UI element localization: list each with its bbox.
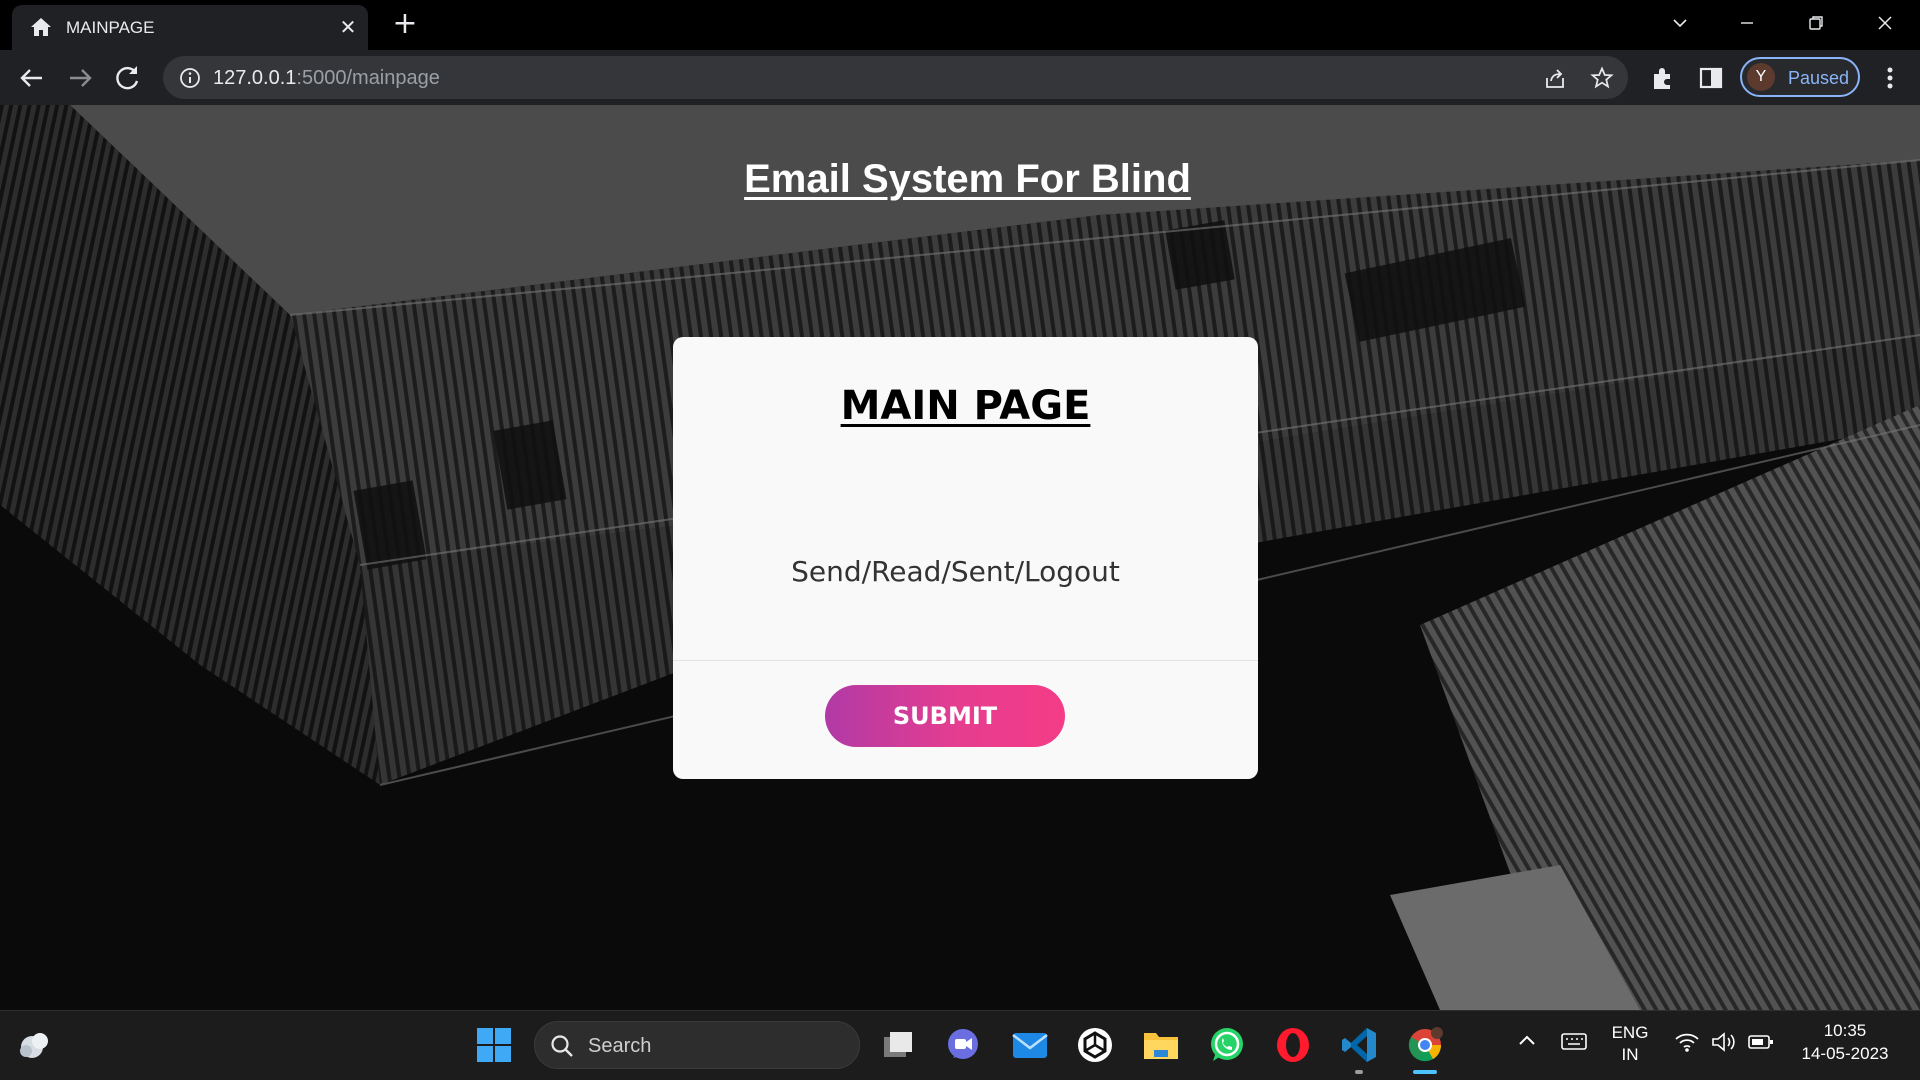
profile-status: Paused (1788, 68, 1850, 88)
restore-icon[interactable] (1796, 8, 1836, 38)
card-title: MAIN PAGE (840, 383, 1091, 429)
url-text[interactable]: 127.0.0.1:5000/mainpage (213, 67, 440, 90)
start-icon[interactable] (474, 1025, 514, 1065)
browser-toolbar: 127.0.0.1:5000/mainpage Y Paused (0, 50, 1920, 105)
chevron-up-icon[interactable] (1515, 1029, 1539, 1053)
chrome-icon[interactable] (1405, 1025, 1445, 1065)
search-icon (551, 1035, 573, 1057)
volume-icon[interactable] (1710, 1030, 1738, 1054)
tab-title: MAINPAGE (66, 18, 155, 37)
avatar: Y (1747, 63, 1775, 91)
page-viewport: Email System For Blind MAIN PAGE Send/Re… (0, 105, 1920, 1010)
task-view-icon[interactable] (878, 1025, 918, 1065)
search-label: Search (588, 1035, 652, 1057)
file-explorer-icon[interactable] (1141, 1025, 1181, 1065)
new-tab-button[interactable]: + (390, 9, 420, 40)
share-icon[interactable] (1543, 66, 1567, 90)
back-icon[interactable] (16, 62, 48, 94)
wifi-icon[interactable] (1674, 1030, 1700, 1054)
browser-tab[interactable]: MAINPAGE ✕ (12, 5, 368, 50)
tab-search-icon[interactable] (1660, 8, 1700, 38)
whatsapp-icon[interactable] (1207, 1025, 1247, 1065)
site-info-icon[interactable] (179, 67, 201, 89)
vscode-icon[interactable] (1339, 1025, 1379, 1065)
opera-icon[interactable] (1273, 1025, 1313, 1065)
widgets-icon[interactable] (14, 1025, 54, 1065)
chatgpt-icon[interactable] (1075, 1025, 1115, 1065)
close-window-icon[interactable] (1865, 8, 1905, 38)
profile-button[interactable]: Y Paused (1740, 57, 1860, 97)
taskbar-search[interactable]: Search (534, 1021, 860, 1069)
extensions-icon[interactable] (1650, 65, 1676, 91)
clock[interactable]: 10:35 14-05-2023 (1790, 1021, 1900, 1064)
tab-strip: MAINPAGE ✕ + (0, 0, 1920, 50)
bookmark-star-icon[interactable] (1590, 66, 1614, 90)
tab-close-icon[interactable]: ✕ (337, 16, 359, 38)
language-indicator[interactable]: ENG IN (1605, 1023, 1655, 1065)
menu-icon[interactable] (1880, 63, 1900, 93)
forward-icon[interactable] (64, 62, 96, 94)
side-panel-icon[interactable] (1698, 65, 1724, 91)
battery-icon[interactable] (1747, 1030, 1775, 1054)
card-divider (673, 660, 1258, 661)
submit-button[interactable]: SUBMIT (825, 685, 1065, 747)
mail-icon[interactable] (1010, 1025, 1050, 1065)
home-icon (31, 18, 51, 36)
options-text: Send/Read/Sent/Logout (791, 555, 1120, 588)
vscode-running-indicator (1355, 1070, 1363, 1074)
reload-icon[interactable] (112, 62, 144, 94)
address-bar[interactable]: 127.0.0.1:5000/mainpage (163, 56, 1628, 99)
page-heading: Email System For Blind (744, 157, 1191, 201)
keyboard-icon[interactable] (1560, 1029, 1588, 1053)
minimize-icon[interactable] (1727, 8, 1767, 38)
main-card: MAIN PAGE Send/Read/Sent/Logout SUBMIT (673, 337, 1258, 779)
taskbar: Search ENG IN 10:35 14-05-2023 (0, 1010, 1920, 1080)
teams-chat-icon[interactable] (943, 1025, 983, 1065)
chrome-active-indicator (1413, 1070, 1437, 1074)
